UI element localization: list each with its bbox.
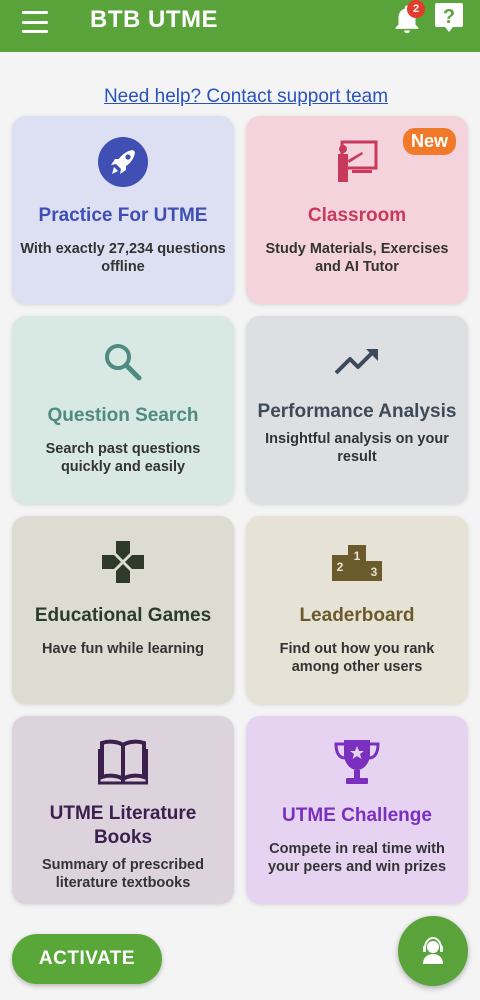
- search-icon: [101, 334, 145, 390]
- help-icon[interactable]: ?: [434, 2, 464, 34]
- card-title: Classroom: [307, 205, 407, 226]
- svg-text:?: ?: [443, 6, 455, 28]
- card-description: Find out how you rank among other users: [279, 641, 435, 675]
- card-description: Compete in real time with your peers and…: [267, 841, 447, 875]
- card-title: Leaderboard: [299, 605, 415, 626]
- card-description: Insightful analysis on your result: [265, 431, 449, 465]
- support-agent-icon: [423, 936, 443, 964]
- card-classroom[interactable]: New Classroom Study Materials, Exercises…: [246, 116, 468, 304]
- card-title: Performance Analysis: [257, 401, 457, 422]
- app-bar: BTB UTME 2 ?: [0, 0, 480, 52]
- card-description: Summary of prescribed literature textboo…: [42, 857, 204, 891]
- support-chat-button[interactable]: [398, 916, 468, 986]
- trending-up-icon: [334, 334, 380, 390]
- card-title: Question Search: [47, 405, 199, 426]
- classroom-icon: [334, 134, 380, 190]
- svg-text:1: 1: [354, 549, 361, 563]
- trophy-icon: [332, 734, 382, 790]
- card-literature-books[interactable]: UTME Literature Books Summary of prescri…: [12, 716, 234, 904]
- card-description: Have fun while learning: [42, 641, 204, 657]
- card-title: Practice For UTME: [38, 205, 208, 226]
- card-utme-challenge[interactable]: UTME Challenge Compete in real time with…: [246, 716, 468, 904]
- rocket-icon: [97, 134, 149, 190]
- card-leaderboard[interactable]: 1 2 3 Leaderboard Find out how you rank …: [246, 516, 468, 704]
- app-title: BTB UTME: [90, 6, 218, 33]
- card-performance-analysis[interactable]: Performance Analysis Insightful analysis…: [246, 316, 468, 504]
- podium-icon: 1 2 3: [331, 534, 383, 590]
- card-question-search[interactable]: Question Search Search past questions qu…: [12, 316, 234, 504]
- notification-badge: 2: [407, 0, 425, 18]
- contact-support-link[interactable]: Need help? Contact support team: [0, 86, 480, 108]
- card-description: Study Materials, Exercises and AI Tutor: [265, 241, 449, 275]
- book-icon: [98, 734, 148, 790]
- svg-text:2: 2: [337, 560, 344, 574]
- svg-text:3: 3: [371, 565, 378, 579]
- card-title: UTME Literature Books: [49, 803, 197, 848]
- card-description: With exactly 27,234 questions offline: [20, 241, 226, 275]
- card-educational-games[interactable]: Educational Games Have fun while learnin…: [12, 516, 234, 704]
- menu-icon[interactable]: [22, 11, 48, 33]
- activate-button[interactable]: ACTIVATE: [12, 934, 162, 984]
- gamepad-icon: [100, 534, 146, 590]
- card-description: Search past questions quickly and easily: [45, 441, 201, 475]
- card-title: UTME Challenge: [282, 805, 432, 826]
- new-badge: New: [402, 128, 456, 155]
- card-title: Educational Games: [34, 605, 212, 626]
- card-practice[interactable]: Practice For UTME With exactly 27,234 qu…: [12, 116, 234, 304]
